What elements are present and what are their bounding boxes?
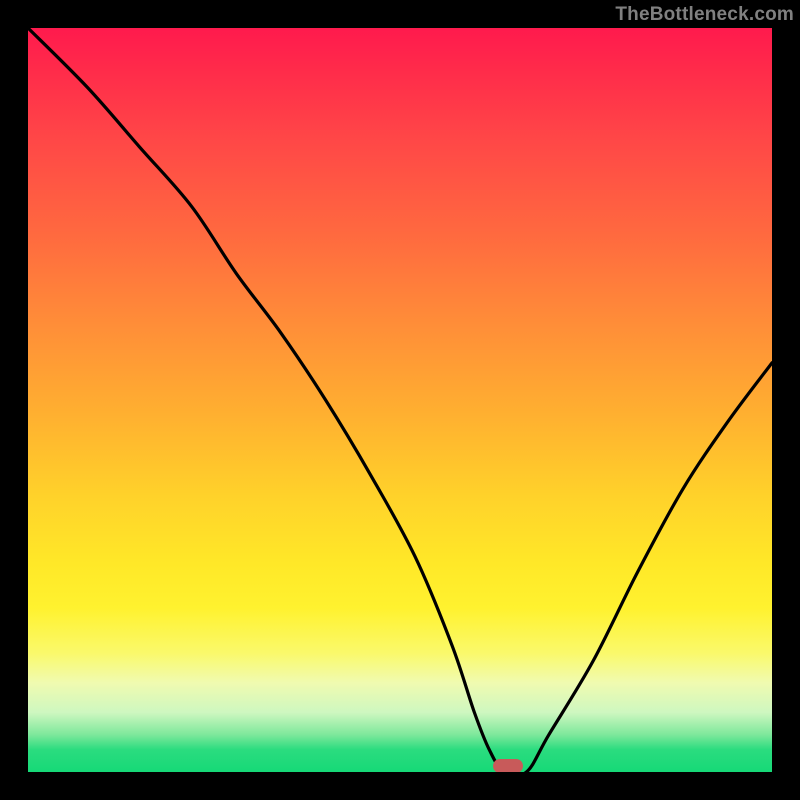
chart-frame: TheBottleneck.com — [0, 0, 800, 800]
watermark-text: TheBottleneck.com — [615, 4, 794, 26]
plot-area — [28, 28, 772, 772]
bottleneck-curve — [28, 28, 772, 772]
optimal-point-marker-icon — [493, 759, 523, 772]
